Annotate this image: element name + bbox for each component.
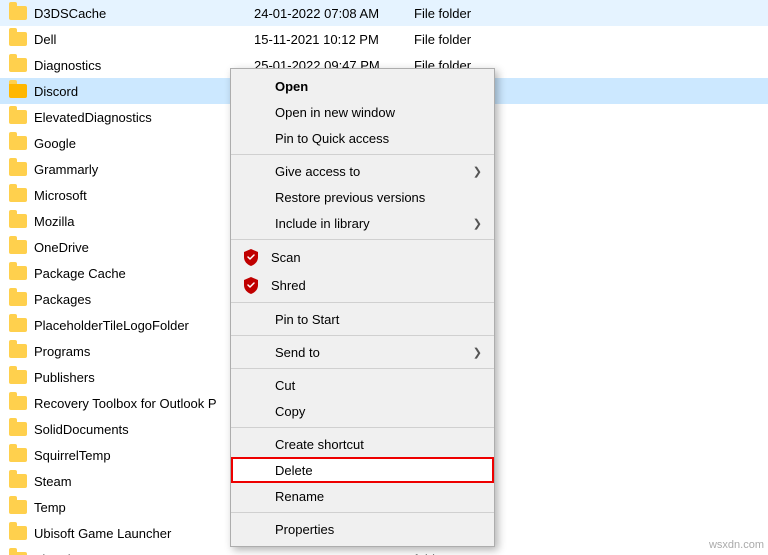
file-name: Temp bbox=[34, 500, 254, 515]
folder-icon-open bbox=[8, 81, 28, 101]
file-name: Diagnostics bbox=[34, 58, 254, 73]
menu-item-rename-label: Rename bbox=[275, 489, 478, 504]
folder-icon bbox=[8, 55, 28, 75]
mcafee-icon-shred bbox=[239, 276, 263, 294]
menu-item-create-shortcut-label: Create shortcut bbox=[275, 437, 478, 452]
menu-item-open-new-window-label: Open in new window bbox=[275, 105, 478, 120]
file-name: OneDrive bbox=[34, 240, 254, 255]
file-name: Recovery Toolbox for Outlook P bbox=[34, 396, 254, 411]
menu-item-send-to[interactable]: Send to ❯ bbox=[231, 339, 494, 365]
file-date: 24-01-2022 07:08 AM bbox=[254, 6, 414, 21]
file-name: Ubisoft Game Launcher bbox=[34, 526, 254, 541]
file-name: SolidDocuments bbox=[34, 422, 254, 437]
menu-item-properties-label: Properties bbox=[275, 522, 478, 537]
menu-item-shred-label: Shred bbox=[271, 278, 478, 293]
folder-icon bbox=[8, 159, 28, 179]
file-type: File folder bbox=[414, 32, 534, 47]
folder-icon bbox=[8, 445, 28, 465]
folder-icon bbox=[8, 497, 28, 517]
mcafee-icon bbox=[239, 248, 263, 266]
file-name: ElevatedDiagnostics bbox=[34, 110, 254, 125]
menu-separator bbox=[231, 154, 494, 155]
file-name: Discord bbox=[34, 84, 254, 99]
file-name: SquirrelTemp bbox=[34, 448, 254, 463]
file-type: folder bbox=[414, 552, 534, 555]
menu-item-delete[interactable]: Delete bbox=[231, 457, 494, 483]
menu-item-scan[interactable]: Scan bbox=[231, 243, 494, 271]
folder-icon bbox=[8, 341, 28, 361]
menu-item-delete-label: Delete bbox=[275, 463, 478, 478]
folder-icon bbox=[8, 107, 28, 127]
file-name: Microsoft bbox=[34, 188, 254, 203]
folder-icon bbox=[8, 419, 28, 439]
menu-item-pin-quick[interactable]: Pin to Quick access bbox=[231, 125, 494, 151]
file-name: VirtualStore bbox=[34, 552, 254, 555]
folder-icon bbox=[8, 315, 28, 335]
menu-item-restore-label: Restore previous versions bbox=[275, 190, 478, 205]
file-name: Google bbox=[34, 136, 254, 151]
menu-item-cut-label: Cut bbox=[275, 378, 478, 393]
file-row[interactable]: VirtualStore folder bbox=[0, 546, 768, 555]
folder-icon bbox=[8, 523, 28, 543]
file-name: Publishers bbox=[34, 370, 254, 385]
menu-item-pin-quick-label: Pin to Quick access bbox=[275, 131, 478, 146]
submenu-arrow-icon: ❯ bbox=[473, 217, 482, 230]
menu-item-properties[interactable]: Properties bbox=[231, 516, 494, 542]
file-name: Package Cache bbox=[34, 266, 254, 281]
menu-separator bbox=[231, 368, 494, 369]
menu-item-copy[interactable]: Copy bbox=[231, 398, 494, 424]
menu-separator bbox=[231, 335, 494, 336]
context-menu: Open Open in new window Pin to Quick acc… bbox=[230, 68, 495, 547]
menu-item-cut[interactable]: Cut bbox=[231, 372, 494, 398]
folder-icon bbox=[8, 393, 28, 413]
menu-item-scan-label: Scan bbox=[271, 250, 478, 265]
menu-item-pin-start[interactable]: Pin to Start bbox=[231, 306, 494, 332]
file-type: File folder bbox=[414, 6, 534, 21]
file-name: PlaceholderTileLogoFolder bbox=[34, 318, 254, 333]
menu-item-restore[interactable]: Restore previous versions bbox=[231, 184, 494, 210]
menu-item-open[interactable]: Open bbox=[231, 73, 494, 99]
menu-item-shred[interactable]: Shred bbox=[231, 271, 494, 299]
file-name: Mozilla bbox=[34, 214, 254, 229]
menu-item-pin-start-label: Pin to Start bbox=[275, 312, 478, 327]
file-name: Steam bbox=[34, 474, 254, 489]
menu-item-open-label: Open bbox=[275, 79, 478, 94]
menu-item-rename[interactable]: Rename bbox=[231, 483, 494, 509]
menu-item-send-to-label: Send to bbox=[275, 345, 478, 360]
menu-separator bbox=[231, 239, 494, 240]
folder-icon bbox=[8, 263, 28, 283]
watermark: wsxdn.com bbox=[709, 539, 764, 551]
menu-separator bbox=[231, 512, 494, 513]
folder-icon bbox=[8, 289, 28, 309]
folder-icon bbox=[8, 549, 28, 555]
folder-icon bbox=[8, 367, 28, 387]
file-name: D3DSCache bbox=[34, 6, 254, 21]
menu-separator bbox=[231, 302, 494, 303]
file-name: Grammarly bbox=[34, 162, 254, 177]
menu-item-give-access-label: Give access to bbox=[275, 164, 478, 179]
folder-icon bbox=[8, 3, 28, 23]
menu-item-create-shortcut[interactable]: Create shortcut bbox=[231, 431, 494, 457]
file-name: Programs bbox=[34, 344, 254, 359]
submenu-arrow-icon: ❯ bbox=[473, 165, 482, 178]
file-row[interactable]: Dell 15-11-2021 10:12 PM File folder bbox=[0, 26, 768, 52]
submenu-arrow-icon: ❯ bbox=[473, 346, 482, 359]
explorer-window: D3DSCache 24-01-2022 07:08 AM File folde… bbox=[0, 0, 768, 555]
menu-item-include-library-label: Include in library bbox=[275, 216, 478, 231]
folder-icon bbox=[8, 185, 28, 205]
folder-icon bbox=[8, 29, 28, 49]
menu-item-copy-label: Copy bbox=[275, 404, 478, 419]
file-name: Packages bbox=[34, 292, 254, 307]
file-date: 15-11-2021 10:12 PM bbox=[254, 32, 414, 47]
menu-item-give-access[interactable]: Give access to ❯ bbox=[231, 158, 494, 184]
file-name: Dell bbox=[34, 32, 254, 47]
folder-icon bbox=[8, 211, 28, 231]
menu-item-include-library[interactable]: Include in library ❯ bbox=[231, 210, 494, 236]
folder-icon bbox=[8, 133, 28, 153]
folder-icon bbox=[8, 471, 28, 491]
menu-item-open-new-window[interactable]: Open in new window bbox=[231, 99, 494, 125]
menu-separator bbox=[231, 427, 494, 428]
file-row[interactable]: D3DSCache 24-01-2022 07:08 AM File folde… bbox=[0, 0, 768, 26]
folder-icon bbox=[8, 237, 28, 257]
